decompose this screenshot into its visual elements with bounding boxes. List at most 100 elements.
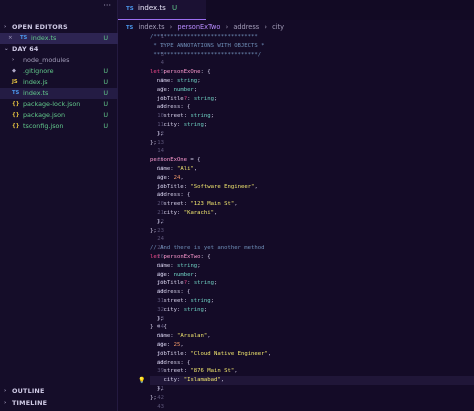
file-name: index.ts [23, 89, 49, 97]
open-editors-section[interactable]: › OPEN EDITORS [0, 22, 118, 33]
code-token: : { [180, 192, 191, 199]
code-token: jobTitle [150, 350, 184, 357]
timeline-section[interactable]: › TIMELINE [0, 398, 118, 409]
code-token: age [150, 342, 167, 348]
file-item--gitignore[interactable]: ◆ .gitignore U [0, 66, 118, 77]
git-status-badge: U [103, 67, 108, 75]
file-item-index-js[interactable]: JS index.js U [0, 77, 118, 88]
code-token: = { [187, 157, 201, 164]
code-token: address [150, 289, 181, 296]
close-icon[interactable]: × [8, 33, 13, 44]
breadcrumb-separator: › [264, 23, 267, 31]
code-token: string [183, 306, 204, 313]
code-token: : [170, 262, 177, 269]
code-token: street [150, 113, 184, 120]
code-token: : [176, 377, 184, 384]
code-line: }; [150, 139, 157, 148]
js-icon: JS [12, 79, 18, 85]
code-token: : { [180, 359, 191, 366]
code-line: *******************************/ [150, 51, 261, 60]
code-token: : [170, 78, 177, 84]
code-line: name: "Arsalan", [150, 332, 211, 341]
lightbulb-icon[interactable]: 💡 [138, 377, 145, 384]
code-token: let [150, 69, 164, 76]
file-item-index-ts[interactable]: TS index.ts U [0, 88, 118, 99]
file-item-package-json[interactable]: {} package.json U [0, 110, 118, 121]
workspace-section[interactable]: ⌄ DAY 64 [0, 44, 118, 55]
more-actions-icon[interactable]: ··· [103, 2, 111, 10]
code-token: ; [197, 78, 201, 84]
code-token: "Cloud Native Engineer" [190, 350, 268, 357]
tab-status-badge: U [172, 4, 178, 12]
breadcrumb-symbol-address[interactable]: address [233, 23, 259, 31]
code-token: string [193, 95, 215, 102]
outline-section[interactable]: › OUTLINE [0, 386, 118, 397]
code-line: address: { [150, 103, 191, 112]
file-item-package-lock-json[interactable]: {} package-lock.json U [0, 99, 118, 110]
code-token: /******************************* [150, 34, 258, 40]
tab-label: index.ts [138, 4, 166, 12]
open-editor-item[interactable]: × TS index.ts U [0, 33, 118, 44]
code-line: }; [150, 394, 157, 403]
code-token: string [190, 298, 211, 304]
code-token: , [214, 210, 218, 216]
code-token: jobTitle [150, 280, 184, 287]
code-token: string [193, 280, 215, 287]
line-number: 4 [160, 60, 164, 67]
breadcrumb-symbol-city[interactable]: city [272, 23, 284, 31]
breadcrumb-file[interactable]: index.ts [138, 23, 164, 31]
chevron-down-icon: ⌄ [4, 46, 9, 52]
code-token: ; [210, 298, 215, 304]
code-token: jobTitle [150, 95, 184, 102]
code-token: city [150, 122, 177, 128]
git-status-badge: U [103, 78, 108, 86]
file-name: index.js [23, 78, 48, 86]
tab-bar: TS index.ts U [118, 0, 474, 20]
file-name: node_modules [23, 56, 70, 64]
code-line: age: 24, [150, 174, 184, 183]
code-token: : [187, 95, 194, 102]
tab-index-ts[interactable]: TS index.ts U [118, 0, 206, 20]
code-line: city: string; [150, 306, 207, 315]
code-token: ; [210, 113, 215, 120]
code-token: ; [193, 86, 198, 93]
code-token: city [150, 210, 177, 216]
breadcrumb-separator: › [169, 23, 173, 31]
line-number: 13 [157, 139, 164, 146]
code-token: , [234, 201, 238, 208]
code-token: , [180, 342, 184, 348]
code-line: * TYPE ANNOTATIONS WITH OBJECTS * [150, 42, 264, 51]
code-token: , [193, 166, 198, 172]
code-line: jobTitle?: string; [150, 279, 218, 288]
code-token: age [150, 174, 167, 181]
code-token: "Ali" [176, 166, 194, 172]
code-token: : { [180, 104, 191, 111]
breadcrumb: TS index.ts › personExTwo › address › ci… [126, 20, 466, 34]
code-token: address [150, 192, 181, 199]
code-token: ; [197, 262, 201, 269]
git-status-badge: U [103, 122, 108, 130]
code-token: personExOne [150, 157, 188, 164]
file-item-tsconfig-json[interactable]: {} tsconfig.json U [0, 121, 118, 132]
code-token: city [150, 377, 177, 384]
file-item-node-modules[interactable]: › node_modules [0, 55, 118, 66]
code-token: } = { [150, 324, 167, 331]
code-line: }, [150, 218, 164, 227]
code-token: : [170, 166, 177, 172]
code-line: name: "Ali", [150, 165, 197, 174]
code-token: "Karachi" [183, 210, 215, 216]
breadcrumb-ts-icon: TS [126, 25, 134, 31]
git-status-badge: U [103, 100, 108, 108]
breadcrumb-symbol-personextwo[interactable]: personExTwo [177, 23, 220, 31]
code-line: city: "Islamabad", [150, 376, 224, 385]
code-line: address: { [150, 191, 191, 200]
code-line: }; [150, 130, 164, 139]
code-line: }; [150, 227, 157, 236]
workspace-label: DAY 64 [12, 45, 39, 53]
code-line: address: { [150, 359, 191, 368]
code-token: "Software Engineer" [190, 183, 255, 190]
code-token: : [166, 86, 174, 93]
file-name: tsconfig.json [23, 122, 64, 130]
code-token: }; [150, 394, 157, 401]
file-name: package-lock.json [23, 100, 81, 108]
